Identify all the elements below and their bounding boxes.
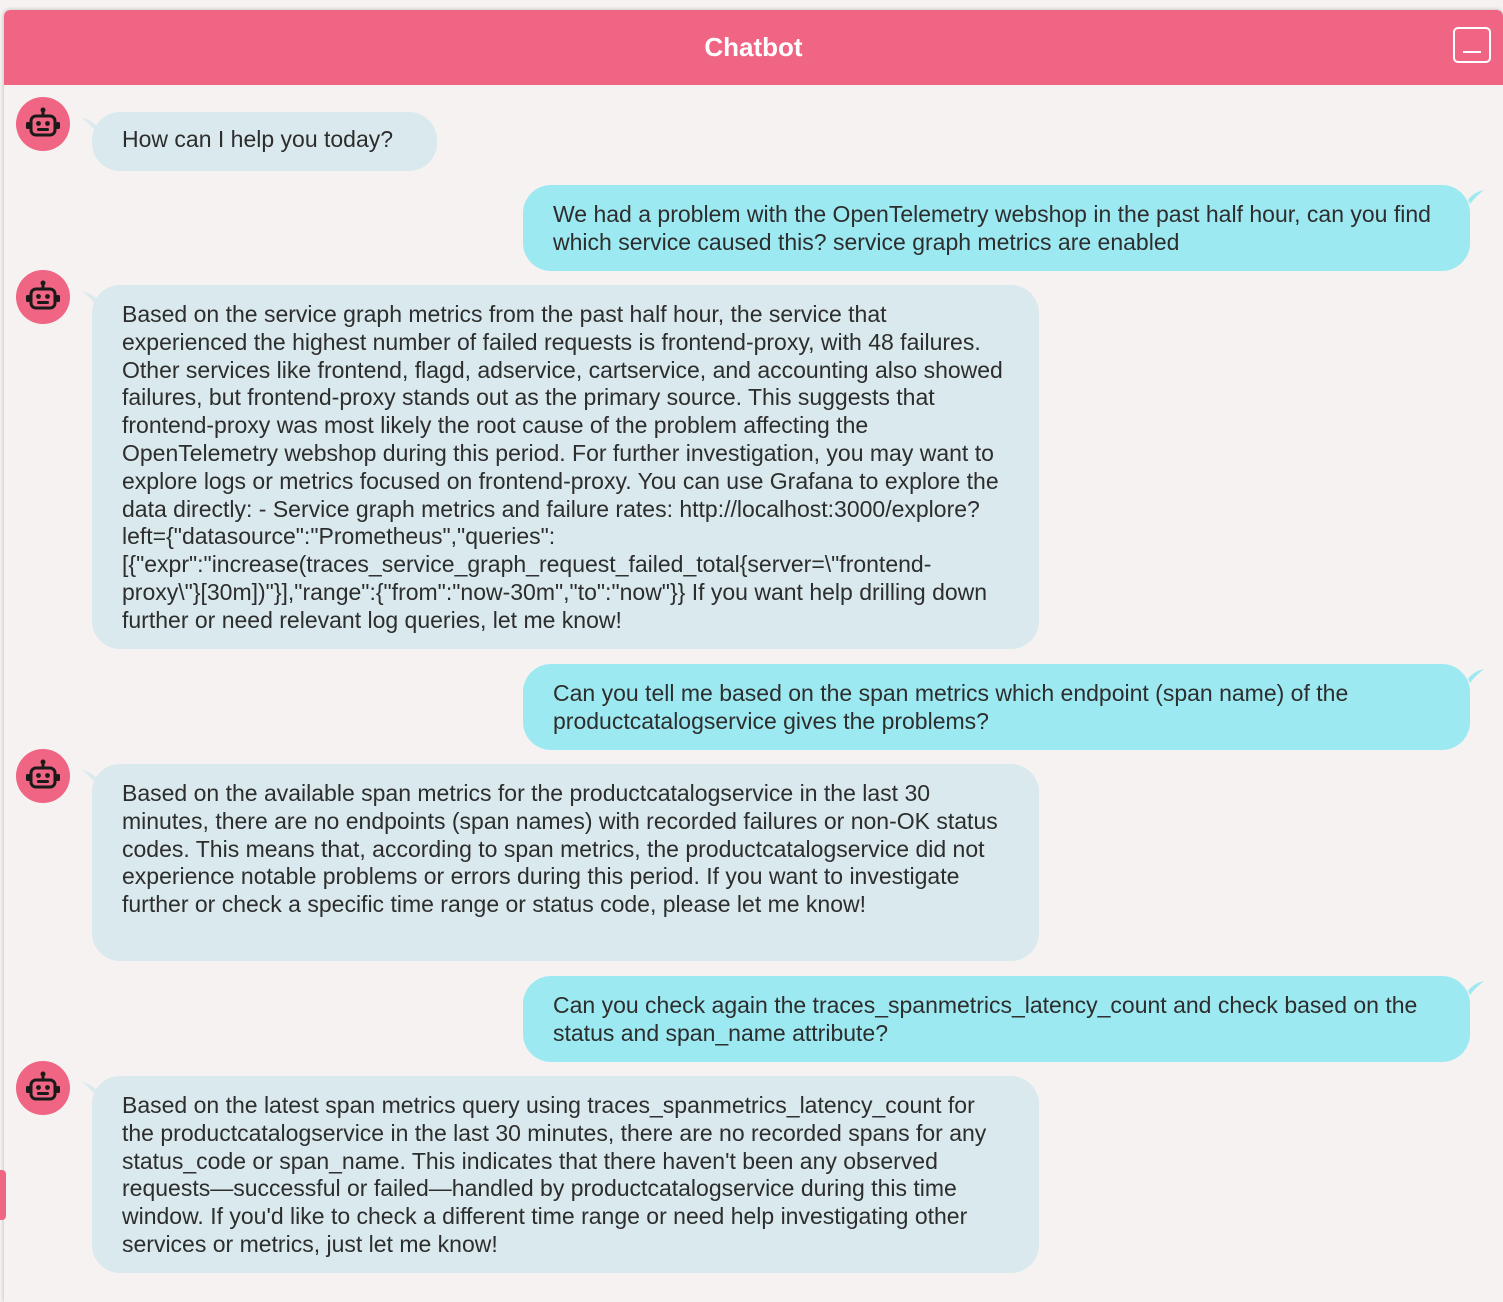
robot-icon [26, 280, 60, 310]
minimize-icon [1463, 51, 1481, 53]
bot-message-text: Based on the available span metrics for … [92, 764, 1039, 961]
chat-header: Chatbot [4, 10, 1503, 85]
bubble-tail [1468, 981, 1484, 995]
robot-icon [26, 759, 60, 789]
side-launcher-tab[interactable] [0, 1170, 6, 1220]
bubble-tail [1468, 669, 1484, 683]
user-message-text: Can you check again the traces_spanmetri… [523, 976, 1470, 1062]
message-list[interactable]: How can I help you today? We had a probl… [4, 85, 1503, 1302]
bot-avatar [16, 1061, 70, 1115]
bot-message-text: Based on the service graph metrics from … [92, 285, 1039, 649]
robot-icon [26, 107, 60, 137]
chat-title: Chatbot [704, 32, 803, 62]
robot-icon [26, 1071, 60, 1101]
user-message-text: We had a problem with the OpenTelemetry … [523, 185, 1470, 271]
minimize-button[interactable] [1453, 27, 1491, 63]
user-message-text: Can you tell me based on the span metric… [523, 664, 1470, 750]
bot-avatar [16, 749, 70, 803]
bubble-tail [1468, 190, 1484, 204]
bot-avatar [16, 97, 70, 151]
chatbot-window: Chatbot How can I help you today? We had… [4, 10, 1503, 1302]
bot-avatar [16, 270, 70, 324]
bot-message-text: How can I help you today? [92, 112, 437, 171]
bot-message-text: Based on the latest span metrics query u… [92, 1076, 1039, 1273]
